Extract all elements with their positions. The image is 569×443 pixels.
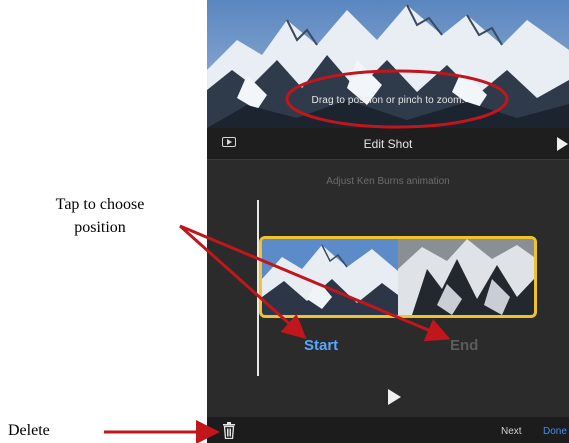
- annotation-tap-line2: position: [74, 219, 126, 236]
- play-preview-icon[interactable]: [388, 389, 401, 405]
- next-button[interactable]: Next: [501, 426, 522, 437]
- imovie-edit-shot-screen: Drag to position or pinch to zoom. Edit …: [207, 0, 569, 443]
- start-position-thumbnail[interactable]: [262, 239, 398, 315]
- annotation-tap-to-choose: Tap to choose position: [20, 193, 180, 239]
- annotation-tap-line1: Tap to choose: [55, 196, 145, 213]
- annotation-delete: Delete: [8, 422, 50, 439]
- bottom-toolbar: Next Done: [207, 417, 569, 443]
- end-position-label[interactable]: End: [450, 337, 478, 354]
- ken-burns-subtitle: Adjust Ken Burns animation: [326, 176, 450, 187]
- photo-preview[interactable]: Drag to position or pinch to zoom.: [207, 0, 569, 128]
- done-button[interactable]: Done: [543, 426, 567, 437]
- toolbar-title: Edit Shot: [363, 137, 413, 151]
- mountain-photo: [207, 0, 569, 128]
- preview-hint: Drag to position or pinch to zoom.: [311, 95, 465, 106]
- toolbar-play-icon[interactable]: [557, 137, 568, 151]
- edit-shot-toolbar: Edit Shot: [207, 128, 569, 160]
- trash-icon[interactable]: [222, 422, 236, 439]
- ken-burns-clip: [259, 236, 537, 318]
- start-position-label[interactable]: Start: [304, 337, 338, 354]
- end-position-thumbnail[interactable]: [398, 239, 534, 315]
